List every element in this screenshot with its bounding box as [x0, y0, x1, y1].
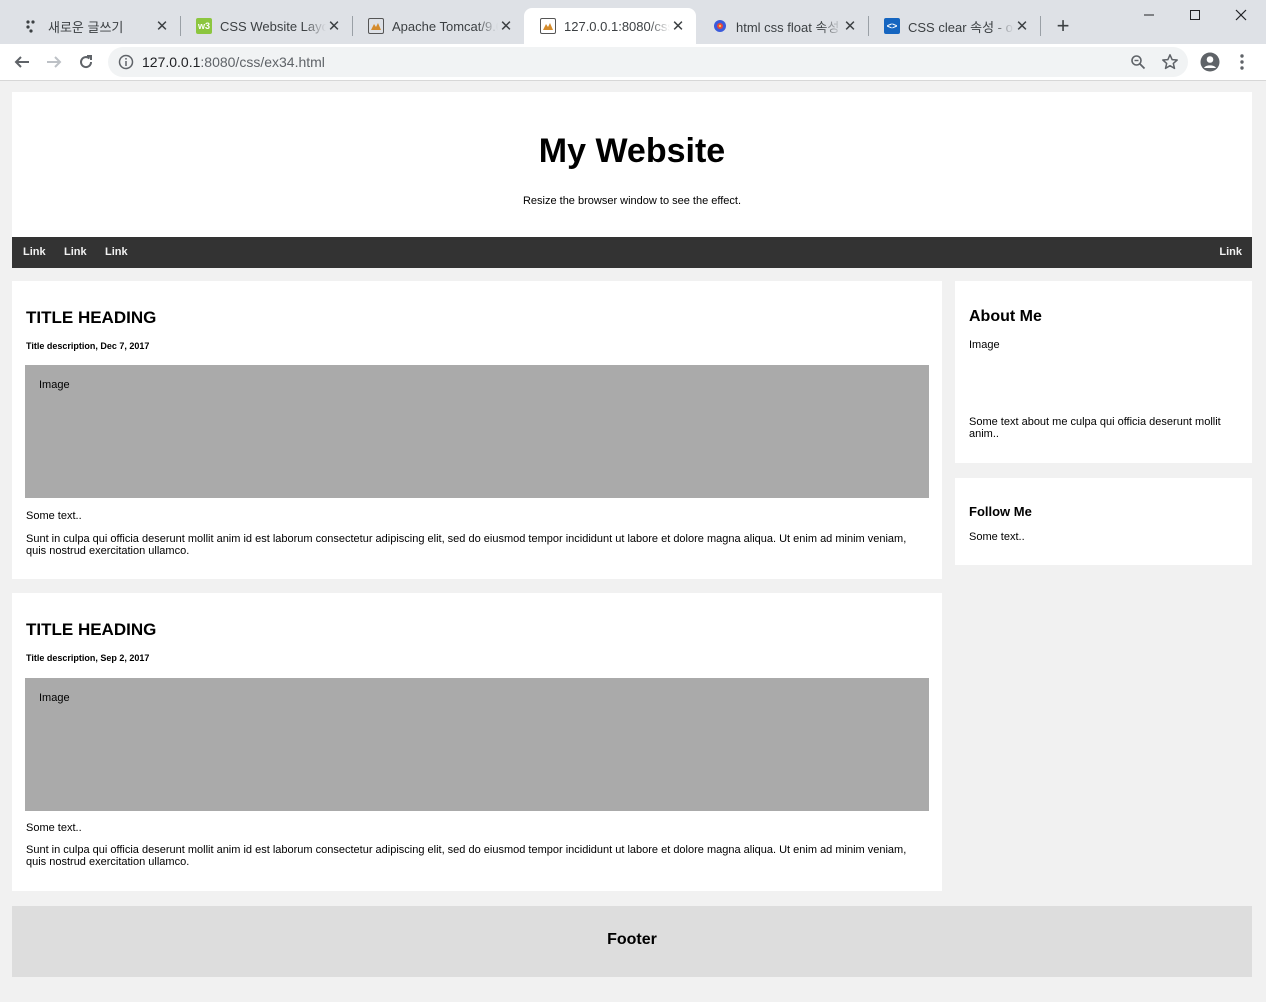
- follow-card: Follow Me Some text..: [955, 478, 1252, 565]
- tab-strip: 새로운 글쓰기 ✕ w3 CSS Website Layout ✕ Apache…: [0, 0, 1266, 44]
- minimize-icon[interactable]: [1126, 0, 1172, 30]
- nav-link[interactable]: Link: [64, 237, 87, 268]
- post-description: Title description, Sep 2, 2017: [26, 653, 150, 663]
- about-heading: About Me: [969, 308, 1042, 325]
- tab-title: CSS clear 속성 - ofc: [908, 19, 1014, 35]
- tab-divider: [1040, 16, 1041, 36]
- close-tab-icon[interactable]: ✕: [842, 17, 858, 35]
- browser-tab[interactable]: w3 CSS Website Layout ✕: [180, 8, 352, 44]
- back-arrow-icon[interactable]: [10, 50, 34, 74]
- close-tab-icon[interactable]: ✕: [154, 17, 170, 35]
- code-icon: <>: [884, 18, 900, 34]
- site-footer: Footer: [12, 906, 1252, 977]
- url-path: :8080/css/ex34.html: [200, 54, 325, 70]
- image-placeholder: Image: [25, 678, 929, 811]
- page-content: My Website Resize the browser window to …: [12, 92, 1252, 268]
- browser-tab-active[interactable]: 127.0.0.1:8080/css/e ✕: [524, 8, 696, 44]
- close-tab-icon[interactable]: ✕: [1014, 17, 1030, 35]
- tab-title: html css float 속성: [736, 19, 840, 35]
- browser-toolbar: 127.0.0.1:8080/css/ex34.html: [0, 44, 1266, 81]
- top-nav: Link Link Link Link: [12, 237, 1252, 268]
- image-label: Image: [39, 379, 70, 391]
- about-image-label: Image: [969, 339, 1000, 351]
- reload-icon[interactable]: [74, 50, 98, 74]
- post-heading: TITLE HEADING: [26, 308, 157, 327]
- post-heading: TITLE HEADING: [26, 620, 157, 639]
- site-header: My Website Resize the browser window to …: [12, 92, 1252, 237]
- browser-tab[interactable]: html css float 속성 ✕: [696, 8, 868, 44]
- image-label: Image: [39, 692, 70, 704]
- close-tab-icon[interactable]: ✕: [498, 17, 514, 35]
- close-tab-icon[interactable]: ✕: [670, 17, 686, 35]
- menu-dots-icon[interactable]: [1230, 50, 1254, 74]
- profile-avatar-icon[interactable]: [1198, 50, 1222, 74]
- blog-icon: [712, 18, 728, 34]
- maximize-icon[interactable]: [1172, 0, 1218, 30]
- close-window-icon[interactable]: [1218, 0, 1264, 30]
- follow-text: Some text..: [969, 531, 1025, 543]
- about-card: About Me Image Some text about me culpa …: [955, 281, 1252, 463]
- browser-tab[interactable]: Apache Tomcat/9.0 ✕: [352, 8, 524, 44]
- zoom-icon[interactable]: [1126, 50, 1150, 74]
- tab-title: CSS Website Layout: [220, 18, 326, 34]
- post-long-text: Sunt in culpa qui officia deserunt molli…: [26, 844, 907, 868]
- post-short-text: Some text..: [26, 822, 82, 834]
- post-long-text: Sunt in culpa qui officia deserunt molli…: [26, 533, 907, 557]
- dots-icon: [24, 18, 40, 34]
- tab-title: 새로운 글쓰기: [48, 19, 124, 35]
- post-short-text: Some text..: [26, 510, 82, 522]
- tomcat-icon: [540, 18, 556, 34]
- info-icon[interactable]: [118, 54, 134, 75]
- footer-text: Footer: [607, 931, 657, 948]
- site-title: My Website: [538, 132, 726, 170]
- close-tab-icon[interactable]: ✕: [326, 17, 342, 35]
- tab-title: 127.0.0.1:8080/css/e: [564, 18, 670, 34]
- follow-heading: Follow Me: [969, 504, 1032, 519]
- address-bar[interactable]: 127.0.0.1:8080/css/ex34.html: [108, 47, 1188, 77]
- new-tab-button[interactable]: +: [1052, 13, 1074, 39]
- bookmark-star-icon[interactable]: [1158, 50, 1182, 74]
- w3-icon: w3: [196, 18, 212, 34]
- forward-arrow-icon[interactable]: [42, 50, 66, 74]
- nav-link[interactable]: Link: [105, 237, 128, 268]
- browser-tab[interactable]: <> CSS clear 속성 - ofc ✕: [868, 8, 1040, 44]
- url-text: 127.0.0.1:8080/css/ex34.html: [142, 54, 325, 70]
- tomcat-icon: [368, 18, 384, 34]
- site-subtitle: Resize the browser window to see the eff…: [522, 195, 742, 207]
- about-text: Some text about me culpa qui officia des…: [969, 416, 1221, 440]
- tab-title: Apache Tomcat/9.0: [392, 18, 498, 34]
- post-description: Title description, Dec 7, 2017: [26, 341, 150, 351]
- browser-tab[interactable]: 새로운 글쓰기 ✕: [8, 8, 180, 44]
- image-placeholder: Image: [25, 365, 929, 498]
- post-card: TITLE HEADING Title description, Dec 7, …: [12, 281, 942, 579]
- nav-link-right[interactable]: Link: [1219, 237, 1242, 268]
- post-card: TITLE HEADING Title description, Sep 2, …: [12, 593, 942, 891]
- nav-link[interactable]: Link: [23, 237, 46, 268]
- url-host: 127.0.0.1: [142, 54, 201, 70]
